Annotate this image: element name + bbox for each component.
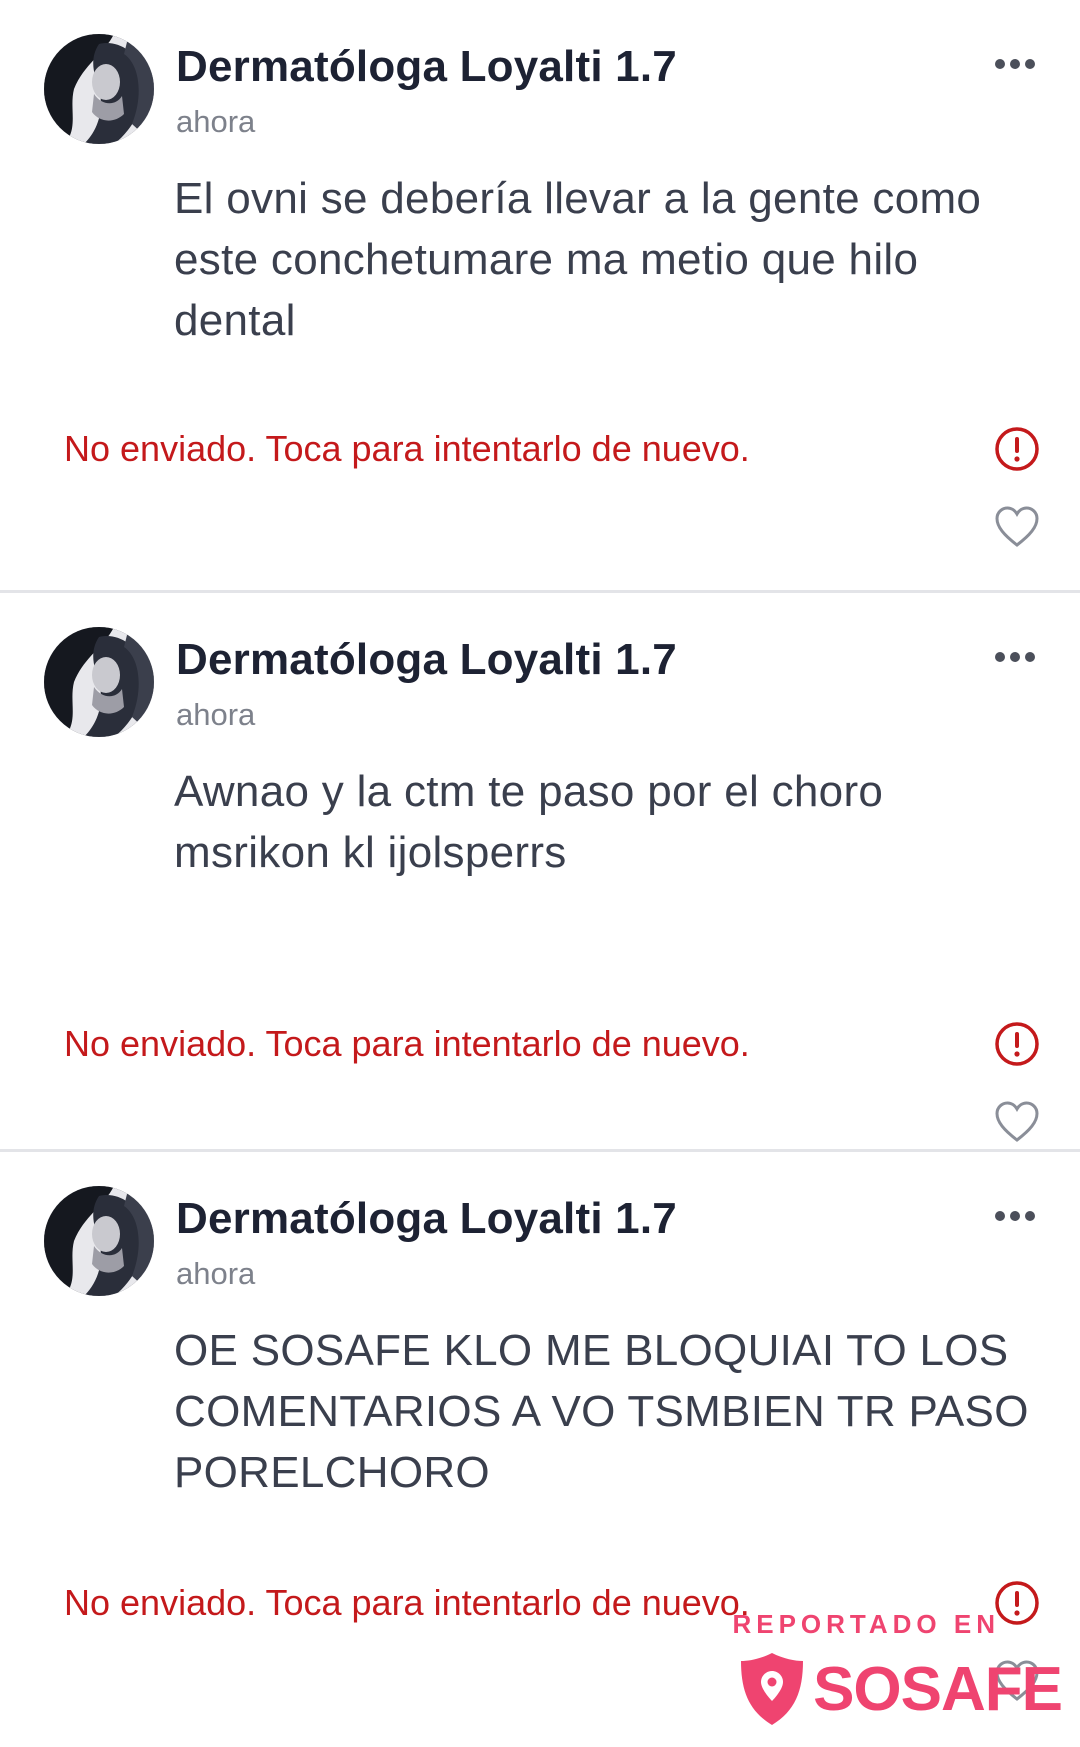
more-options-icon[interactable] xyxy=(980,44,1050,84)
retry-send-message[interactable]: No enviado. Toca para intentarlo de nuev… xyxy=(64,428,750,470)
author-name[interactable]: Dermatóloga Loyalti 1.7 xyxy=(176,635,677,685)
comment-feed: Dermatóloga Loyalti 1.7 ahora El ovni se… xyxy=(0,0,1080,1747)
heart-icon[interactable] xyxy=(994,1100,1040,1144)
alert-circle-icon[interactable] xyxy=(994,426,1040,472)
comment-text: OE SOSAFE KLO ME BLOQUIAI TO LOS COMENTA… xyxy=(174,1326,1029,1497)
comment-card: Dermatóloga Loyalti 1.7 ahora OE SOSAFE … xyxy=(0,1152,1080,1747)
comment-card: Dermatóloga Loyalti 1.7 ahora Awnao y la… xyxy=(0,593,1080,1149)
retry-send-message[interactable]: No enviado. Toca para intentarlo de nuev… xyxy=(64,1582,750,1624)
avatar[interactable] xyxy=(44,627,154,737)
more-options-icon[interactable] xyxy=(980,1196,1050,1236)
comment-text: El ovni se debería llevar a la gente com… xyxy=(174,174,982,345)
timestamp: ahora xyxy=(176,697,256,732)
heart-icon[interactable] xyxy=(994,505,1040,549)
author-name[interactable]: Dermatóloga Loyalti 1.7 xyxy=(176,42,677,92)
heart-icon[interactable] xyxy=(994,1659,1040,1703)
comment-card: Dermatóloga Loyalti 1.7 ahora El ovni se… xyxy=(0,0,1080,590)
avatar[interactable] xyxy=(44,1186,154,1296)
alert-circle-icon[interactable] xyxy=(994,1021,1040,1067)
avatar-image xyxy=(44,627,154,737)
author-name[interactable]: Dermatóloga Loyalti 1.7 xyxy=(176,1194,677,1244)
alert-circle-icon[interactable] xyxy=(994,1580,1040,1626)
more-options-icon[interactable] xyxy=(980,637,1050,677)
timestamp: ahora xyxy=(176,1256,256,1291)
comment-text: Awnao y la ctm te paso por el choro msri… xyxy=(174,767,884,877)
avatar[interactable] xyxy=(44,34,154,144)
retry-send-message[interactable]: No enviado. Toca para intentarlo de nuev… xyxy=(64,1023,750,1065)
avatar-image xyxy=(44,34,154,144)
avatar-image xyxy=(44,1186,154,1296)
timestamp: ahora xyxy=(176,104,256,139)
